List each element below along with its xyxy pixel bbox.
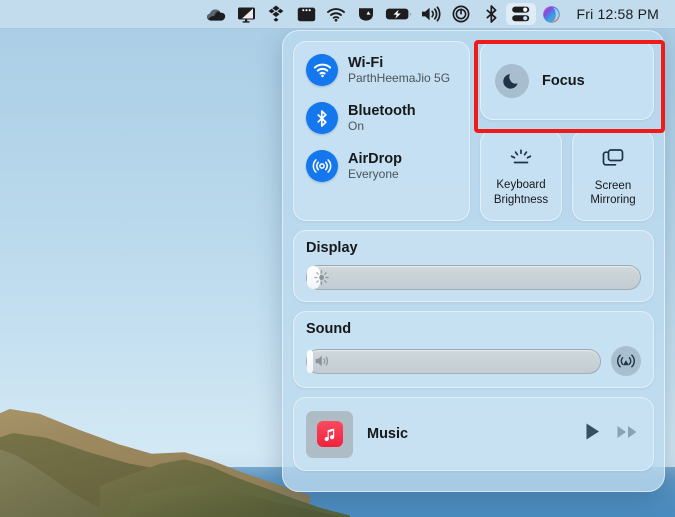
music-controls [584,422,639,446]
notch-app-icon[interactable] [351,3,381,25]
menu-bar: Fri 12:58 PM [0,0,675,29]
bluetooth-status: On [348,118,365,133]
window-manager-icon[interactable] [291,3,321,25]
onedrive-icon[interactable] [201,3,231,25]
control-center-top-row: Wi-Fi ParthHeemaJio 5G Bluetooth On AirD… [293,41,654,221]
keyboard-brightness-icon [508,148,534,171]
keyboard-brightness-label: Keyboard Brightness [493,179,549,206]
airdrop-row[interactable]: AirDrop Everyone [306,150,469,182]
siri-icon[interactable] [536,3,566,25]
brightness-icon [314,270,329,285]
airdrop-title: AirDrop [348,150,402,167]
sound-card: Sound [293,311,654,388]
apple-music-icon [316,421,343,447]
play-button[interactable] [584,422,601,446]
control-center-icon[interactable] [506,3,537,25]
speaker-icon [314,354,332,368]
mini-tiles-row: Keyboard Brightness Screen Mirroring [480,130,654,221]
airplay-button[interactable] [611,346,641,376]
dropbox-icon[interactable] [261,3,291,25]
wifi-icon[interactable] [321,3,351,25]
focus-tile[interactable]: Focus [480,41,654,120]
onepassword-icon[interactable] [446,3,476,25]
keyboard-brightness-tile[interactable]: Keyboard Brightness [480,130,563,221]
display-slider[interactable] [306,265,641,290]
music-artwork [306,410,353,458]
connectivity-card: Wi-Fi ParthHeemaJio 5G Bluetooth On AirD… [293,41,471,221]
display-slider-track[interactable] [306,265,641,290]
screen-mirroring-label: Screen Mirroring [590,179,636,206]
wifi-icon [306,54,338,86]
display-title: Display [306,240,358,256]
bluetooth-icon [306,102,338,134]
sound-title: Sound [306,321,352,337]
focus-label: Focus [542,72,585,89]
music-card: Music [293,397,654,471]
sound-slider-fill [307,349,313,373]
control-center-right-column: Focus Keyboard Brightness Screen Mirrori… [480,41,654,221]
music-title: Music [367,426,409,442]
desktop-screen: Fri 12:58 PM Wi-Fi ParthHeemaJio 5G Blue… [0,0,675,517]
bluetooth-row[interactable]: Bluetooth On [306,102,469,134]
volume-icon[interactable] [416,3,446,25]
sound-slider-track[interactable] [306,348,601,374]
screen-mirroring-tile[interactable]: Screen Mirroring [572,130,654,221]
battery-charging-icon[interactable] [381,3,416,25]
fast-forward-button[interactable] [616,424,639,445]
screen-mirroring-icon [601,148,625,172]
display-card: Display [293,230,654,302]
wifi-row[interactable]: Wi-Fi ParthHeemaJio 5G [306,54,469,86]
wifi-status: ParthHeemaJio 5G [348,70,451,85]
wifi-title: Wi-Fi [348,54,384,71]
airdrop-icon [306,150,338,182]
airdrop-status: Everyone [348,166,399,181]
sound-slider-row [306,346,641,376]
display-capture-icon[interactable] [231,3,261,25]
menu-bar-clock[interactable]: Fri 12:58 PM [566,6,665,22]
moon-icon [495,63,530,98]
bluetooth-icon[interactable] [476,3,506,25]
control-center-panel: Wi-Fi ParthHeemaJio 5G Bluetooth On AirD… [282,30,665,492]
bluetooth-title: Bluetooth [348,102,416,119]
